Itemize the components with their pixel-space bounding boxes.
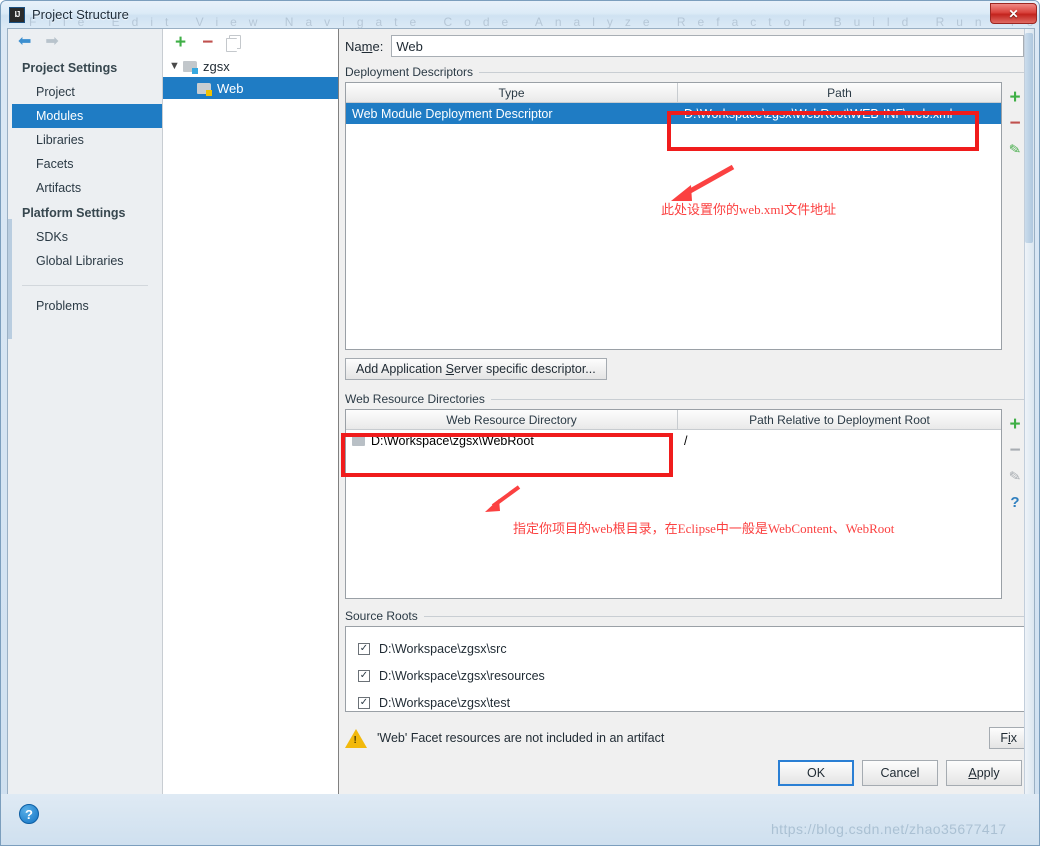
source-roots-list: ✓ D:\Workspace\zgsx\src ✓ D:\Workspace\z… bbox=[345, 626, 1028, 712]
module-name-input[interactable] bbox=[391, 35, 1024, 57]
intellij-icon: IJ bbox=[9, 6, 25, 23]
source-root-label: D:\Workspace\zgsx\src bbox=[379, 641, 507, 656]
sidebar-item-modules[interactable]: Modules bbox=[8, 104, 162, 128]
checkbox[interactable]: ✓ bbox=[358, 642, 370, 655]
settings-sidebar: ⬅ ➡ Project Settings Project Modules Lib… bbox=[8, 29, 163, 795]
project-structure-window: IJ Project Structure File Edit View Navi… bbox=[0, 0, 1040, 846]
help-button[interactable]: ? bbox=[19, 804, 39, 824]
apply-button[interactable]: Apply bbox=[946, 760, 1022, 786]
tree-node-web[interactable]: Web bbox=[163, 77, 338, 99]
ok-button[interactable]: OK bbox=[778, 760, 854, 786]
group-title-text: Web Resource Directories bbox=[345, 392, 485, 406]
copy-module-icon[interactable] bbox=[226, 35, 242, 52]
add-app-server-descriptor-button[interactable]: Add Application Server specific descript… bbox=[345, 358, 607, 380]
table-header-row: Type Path bbox=[346, 83, 1001, 103]
tree-node-label: Web bbox=[217, 80, 244, 96]
fix-button[interactable]: Fix bbox=[989, 727, 1028, 749]
module-name-row: Name: bbox=[339, 29, 1034, 63]
column-header-web-resource-directory[interactable]: Web Resource Directory bbox=[346, 410, 678, 429]
remove-module-icon[interactable]: − bbox=[202, 33, 213, 52]
dialog-vertical-scrollbar[interactable] bbox=[1024, 29, 1034, 795]
checkbox[interactable]: ✓ bbox=[358, 696, 370, 709]
web-resource-directories-group-label: Web Resource Directories bbox=[339, 380, 1034, 409]
column-header-type[interactable]: Type bbox=[346, 83, 678, 102]
title-bar: IJ Project Structure File Edit View Navi… bbox=[1, 1, 1039, 29]
web-resource-table-wrap: Web Resource Directory Path Relative to … bbox=[345, 409, 1028, 599]
group-divider-line bbox=[423, 615, 1024, 617]
source-root-label: D:\Workspace\zgsx\test bbox=[379, 695, 511, 710]
web-resource-table: Web Resource Directory Path Relative to … bbox=[345, 409, 1002, 599]
dialog-vertical-scrollbar-thumb[interactable] bbox=[1025, 33, 1033, 243]
window-title: Project Structure bbox=[32, 7, 129, 22]
source-root-label: D:\Workspace\zgsx\resources bbox=[379, 668, 545, 683]
group-divider-line bbox=[479, 71, 1024, 73]
table-row[interactable]: Web Module Deployment Descriptor D:\Work… bbox=[346, 103, 1001, 124]
sidebar-item-global-libraries[interactable]: Global Libraries bbox=[8, 249, 162, 273]
deployment-descriptors-group-label: Deployment Descriptors bbox=[339, 63, 1034, 82]
module-tree-toolbar: + − bbox=[163, 29, 338, 55]
chevron-down-icon[interactable]: ▼ bbox=[169, 60, 183, 72]
dialog-body: ⬅ ➡ Project Settings Project Modules Lib… bbox=[7, 28, 1035, 796]
column-header-path[interactable]: Path bbox=[678, 83, 1001, 102]
sidebar-item-artifacts[interactable]: Artifacts bbox=[8, 176, 162, 200]
dialog-footer: OK Cancel Apply bbox=[339, 751, 1034, 795]
dialog-bottom-bar: ? bbox=[1, 794, 1039, 845]
group-title-text: Source Roots bbox=[345, 609, 418, 623]
sidebar-item-problems[interactable]: Problems bbox=[8, 294, 162, 318]
warning-triangle-icon bbox=[345, 728, 367, 748]
ghost-menu-bar: File Edit View Navigate Code Analyze Ref… bbox=[29, 15, 1039, 29]
plus-icon: + bbox=[1009, 86, 1021, 108]
sidebar-scrollbar[interactable] bbox=[8, 29, 12, 795]
column-header-relative-path[interactable]: Path Relative to Deployment Root bbox=[678, 410, 1001, 429]
cancel-button[interactable]: Cancel bbox=[862, 760, 938, 786]
module-detail-pane: Name: Deployment Descriptors Type Path W… bbox=[339, 29, 1034, 795]
source-roots-group-label: Source Roots bbox=[339, 599, 1034, 626]
module-folder-icon bbox=[183, 60, 198, 74]
pencil-icon: ✎ bbox=[1007, 140, 1023, 158]
table-header-row: Web Resource Directory Path Relative to … bbox=[346, 410, 1001, 430]
list-item[interactable]: ✓ D:\Workspace\zgsx\resources bbox=[358, 662, 1027, 689]
arrow-right-icon[interactable]: ➡ bbox=[45, 34, 58, 50]
sidebar-scrollbar-thumb[interactable] bbox=[8, 219, 12, 339]
plus-icon: + bbox=[1009, 413, 1021, 435]
question-mark-icon: ? bbox=[1010, 493, 1020, 511]
sidebar-item-libraries[interactable]: Libraries bbox=[8, 128, 162, 152]
module-name-label: Name: bbox=[345, 38, 384, 54]
sidebar-item-sdks[interactable]: SDKs bbox=[8, 225, 162, 249]
pencil-icon: ✎ bbox=[1007, 467, 1023, 485]
list-item[interactable]: ✓ D:\Workspace\zgsx\test bbox=[358, 689, 1027, 716]
minus-icon: − bbox=[1009, 439, 1021, 461]
group-divider-line bbox=[490, 398, 1024, 400]
webxml-callout-text: 此处设置你的web.xml文件地址 bbox=[661, 202, 837, 217]
table-row[interactable]: D:\Workspace\zgsx\WebRoot / bbox=[346, 430, 1001, 451]
checkbox[interactable]: ✓ bbox=[358, 669, 370, 682]
add-server-descriptor-row: Add Application Server specific descript… bbox=[339, 350, 1034, 380]
close-icon[interactable]: ✕ bbox=[990, 3, 1037, 24]
sidebar-item-facets[interactable]: Facets bbox=[8, 152, 162, 176]
cell-relative-path: / bbox=[684, 433, 688, 448]
sidebar-divider bbox=[22, 285, 148, 286]
module-tree-panel: + − ▼ zgsx Web bbox=[163, 29, 339, 795]
warning-message: 'Web' Facet resources are not included i… bbox=[377, 731, 665, 745]
nav-history-controls: ⬅ ➡ bbox=[8, 29, 162, 55]
tree-node-label: zgsx bbox=[203, 58, 230, 74]
group-title-text: Deployment Descriptors bbox=[345, 65, 474, 79]
web-facet-icon bbox=[197, 82, 212, 96]
sidebar-section-platform-settings: Platform Settings bbox=[22, 206, 126, 220]
add-module-icon[interactable]: + bbox=[175, 33, 186, 52]
cell-descriptor-path: D:\Workspace\zgsx\WebRoot\WEB-INF\web.xm… bbox=[684, 106, 953, 121]
cell-web-resource-directory: D:\Workspace\zgsx\WebRoot bbox=[346, 434, 678, 448]
minus-icon: − bbox=[1009, 112, 1021, 134]
list-item[interactable]: ✓ D:\Workspace\zgsx\src bbox=[358, 635, 1027, 662]
tree-node-zgsx[interactable]: ▼ zgsx bbox=[163, 55, 338, 77]
sidebar-item-project[interactable]: Project bbox=[8, 80, 162, 104]
sidebar-section-project-settings: Project Settings bbox=[22, 61, 118, 75]
webroot-callout-text: 指定你项目的web根目录，在Eclipse中一般是WebContent、WebR… bbox=[513, 521, 895, 536]
arrow-left-icon[interactable]: ⬅ bbox=[18, 34, 31, 50]
cell-descriptor-type: Web Module Deployment Descriptor bbox=[352, 106, 553, 121]
